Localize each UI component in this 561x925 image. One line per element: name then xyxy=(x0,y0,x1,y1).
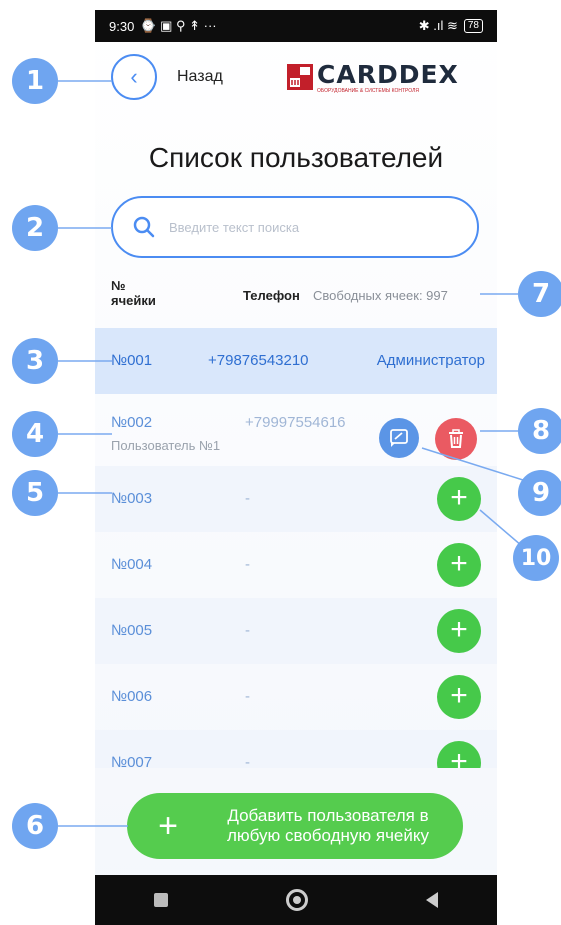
search-input[interactable] xyxy=(167,218,451,236)
trash-icon xyxy=(449,429,463,448)
phone-number: - xyxy=(245,490,250,507)
cell-number: №003 xyxy=(111,490,153,507)
back-triangle-icon[interactable] xyxy=(426,892,438,908)
callout-4: 4 xyxy=(12,411,58,457)
callout-2: 2 xyxy=(12,205,58,251)
search-icon xyxy=(133,216,155,238)
battery-icon: 78 xyxy=(463,19,483,33)
user-list: №001 +79876543210 Администратор №002 +79… xyxy=(95,328,497,768)
callout-8: 8 xyxy=(518,408,561,454)
add-user-button[interactable]: + xyxy=(437,543,481,587)
add-user-button[interactable]: + xyxy=(437,477,481,521)
cell-number: №005 xyxy=(111,622,153,639)
cell-number: №002 xyxy=(111,414,153,431)
phone-number: +79997554616 xyxy=(245,414,346,431)
android-nav-bar xyxy=(95,875,497,925)
callout-9: 9 xyxy=(518,470,561,516)
status-bar: 9:30 ⌚ ▣ ⚲ ↟ ··· ✱ .ıl ≋ 78 xyxy=(95,10,497,42)
chevron-left-icon: ‹ xyxy=(130,64,138,89)
callout-1: 1 xyxy=(12,58,58,104)
callout-7: 7 xyxy=(518,271,561,317)
search-field[interactable] xyxy=(111,196,479,258)
free-cells-count: Свободных ячеек: 997 xyxy=(313,288,448,303)
phone-number: - xyxy=(245,622,250,639)
callout-10: 10 xyxy=(513,535,559,581)
phone-number: - xyxy=(245,688,250,705)
add-user-button[interactable]: + xyxy=(437,741,481,768)
add-user-button[interactable]: + xyxy=(437,675,481,719)
user-row-006[interactable]: №006 - + xyxy=(95,664,497,730)
carddex-logo: CARDDEX ОБОРУДОВАНИЕ & СИСТЕМЫ КОНТРОЛЯ xyxy=(287,60,477,94)
cell-number: №004 xyxy=(111,556,153,573)
user-name: Пользователь №1 xyxy=(111,438,221,453)
user-row-005[interactable]: №005 - + xyxy=(95,598,497,664)
carddex-logo-mark xyxy=(287,64,313,90)
cell-number: №007 xyxy=(111,754,153,768)
callout-5: 5 xyxy=(12,470,58,516)
user-row-003[interactable]: №003 - + xyxy=(95,466,497,532)
back-label[interactable]: Назад xyxy=(177,68,223,86)
logo-subtitle: ОБОРУДОВАНИЕ & СИСТЕМЫ КОНТРОЛЯ xyxy=(317,88,419,94)
plus-icon: + xyxy=(158,806,178,845)
phone-number: +79876543210 xyxy=(208,352,309,369)
edit-user-button[interactable] xyxy=(379,418,419,458)
logo-text: CARDDEX xyxy=(317,60,459,89)
home-icon[interactable] xyxy=(286,889,308,911)
column-header-cell-label: № ячейки xyxy=(111,278,156,308)
callout-3: 3 xyxy=(12,338,58,384)
column-header-cell: № ячейки xyxy=(111,278,156,308)
user-row-001[interactable]: №001 +79876543210 Администратор xyxy=(95,328,497,394)
signal-icon: ✱ .ıl ≋ xyxy=(418,18,458,33)
back-button[interactable]: ‹ xyxy=(111,54,157,100)
delete-user-button[interactable] xyxy=(435,418,477,460)
cell-number: №001 xyxy=(111,352,153,369)
user-role: Администратор xyxy=(376,352,485,369)
user-row-007[interactable]: №007 - + xyxy=(95,730,497,768)
status-extras: ⌚ ▣ ⚲ ↟ ··· xyxy=(140,18,217,33)
add-user-any-cell-button[interactable]: + Добавить пользователя в любую свободну… xyxy=(127,793,463,859)
add-user-any-cell-label: Добавить пользователя в любую свободную … xyxy=(226,806,430,845)
phone-screen: 9:30 ⌚ ▣ ⚲ ↟ ··· ✱ .ıl ≋ 78 ‹ Назад CARD… xyxy=(95,10,497,925)
recents-icon[interactable] xyxy=(154,893,168,907)
phone-number: - xyxy=(245,556,250,573)
edit-icon xyxy=(390,429,408,447)
cell-number: №006 xyxy=(111,688,153,705)
column-header-phone: Телефон xyxy=(243,288,300,303)
page-title: Список пользователей xyxy=(148,142,444,173)
status-time: 9:30 xyxy=(109,18,135,34)
add-user-button[interactable]: + xyxy=(437,609,481,653)
user-row-004[interactable]: №004 - + xyxy=(95,532,497,598)
callout-6: 6 xyxy=(12,803,58,849)
phone-number: - xyxy=(245,754,250,768)
